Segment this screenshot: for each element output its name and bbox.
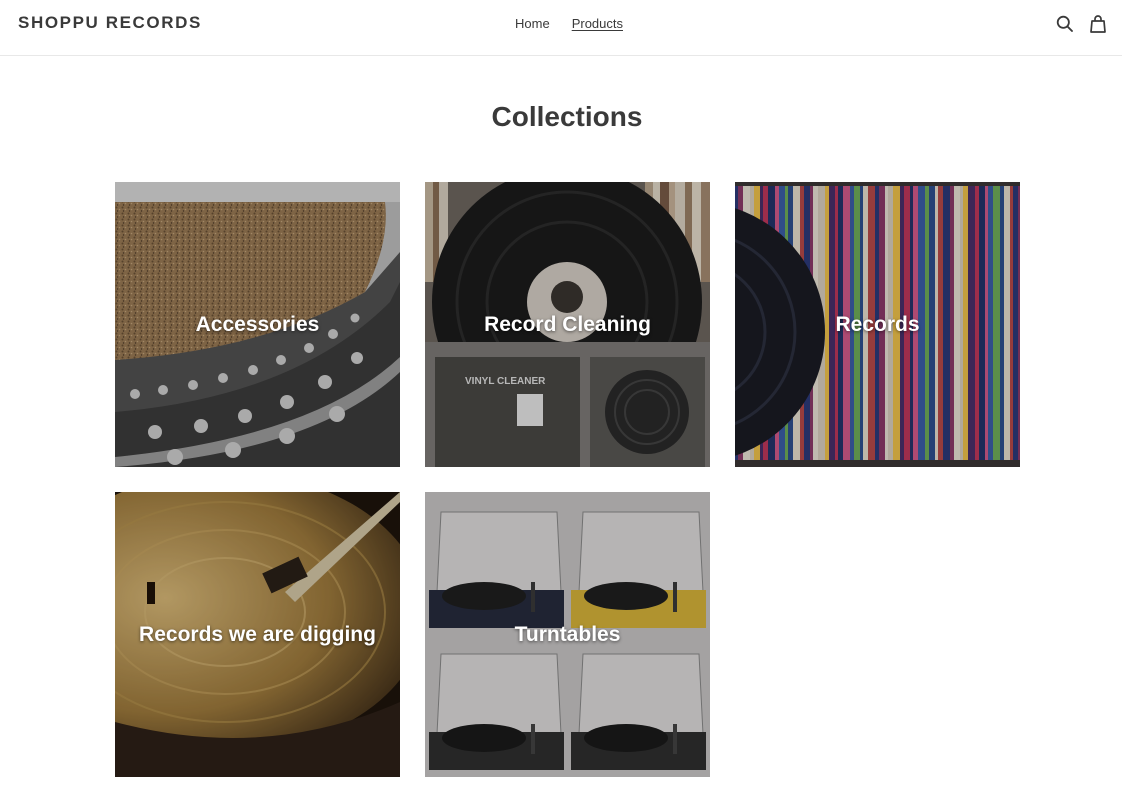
collection-card-turntables[interactable]: Turntables [425,492,710,777]
nav-link-home[interactable]: Home [515,16,550,31]
collection-label: Accessories [195,312,320,336]
collection-card-accessories[interactable]: Accessories [115,182,400,467]
cart-icon[interactable] [1088,14,1108,34]
search-icon[interactable] [1055,14,1075,34]
collection-label: Turntables [514,622,621,646]
site-logo[interactable]: SHOPPU RECORDS [18,13,202,33]
collection-label: Records we are digging [139,622,376,646]
collection-card-records[interactable]: Records [735,182,1020,467]
nav-link-products[interactable]: Products [572,16,623,31]
main-nav: Home Products [515,16,623,31]
page-title: Collections [491,101,643,132]
collection-card-record-cleaning[interactable]: VINYL CLEANER Record Cleaning [425,182,710,467]
collection-label: Records [835,312,920,336]
collection-card-records-we-are-digging[interactable]: Records we are digging [115,492,400,777]
site-header: SHOPPU RECORDS Home Products [0,0,1122,56]
collection-label: Record Cleaning [484,312,651,336]
